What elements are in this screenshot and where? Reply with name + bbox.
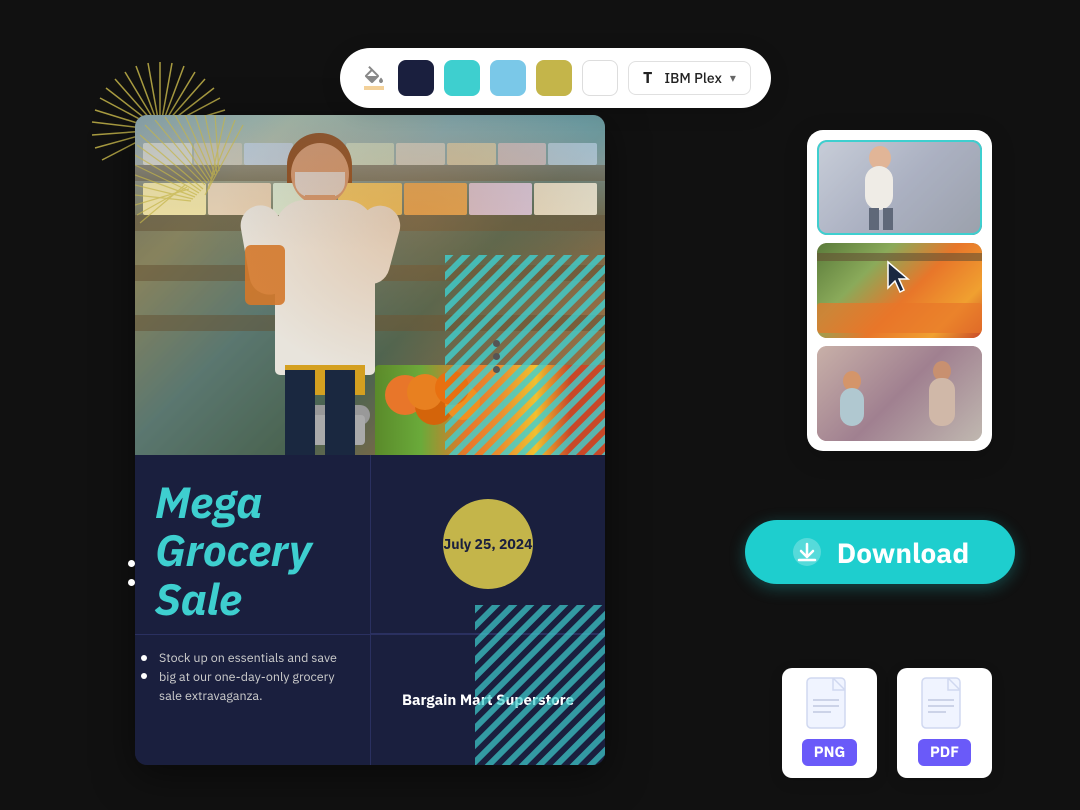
color-swatch-light-blue[interactable] bbox=[490, 60, 526, 96]
date-circle: July 25, 2024 bbox=[443, 499, 533, 589]
poster-photo bbox=[135, 115, 605, 455]
resize-dot-2 bbox=[493, 353, 500, 360]
poster-date-area: July 25, 2024 bbox=[370, 455, 605, 634]
selected-overlay bbox=[817, 140, 982, 235]
left-dot-2 bbox=[128, 579, 135, 586]
left-dot-1 bbox=[128, 560, 135, 567]
color-toolbar: T IBM Plex ▾ bbox=[340, 48, 771, 108]
png-badge: PNG bbox=[802, 739, 858, 766]
store-name: Bargain Mart Superstore bbox=[402, 690, 574, 711]
bullet-dot-2 bbox=[141, 673, 147, 679]
poster-card: Mega Grocery Sale July 25, 2024 Stock up… bbox=[135, 115, 605, 765]
font-t-icon: T bbox=[643, 68, 652, 88]
download-button[interactable]: Download bbox=[745, 520, 1015, 584]
file-icon-pdf bbox=[920, 676, 970, 736]
poster-title: Mega Grocery Sale bbox=[155, 479, 350, 624]
resize-dot-1 bbox=[493, 340, 500, 347]
paint-bucket-icon[interactable] bbox=[360, 64, 388, 92]
resize-dot-3 bbox=[493, 366, 500, 373]
image-thumbnail-3[interactable] bbox=[817, 346, 982, 441]
pdf-badge: PDF bbox=[918, 739, 971, 766]
cursor-arrow bbox=[882, 260, 918, 301]
png-format-button[interactable]: PNG bbox=[782, 668, 877, 778]
download-button-label: Download bbox=[837, 534, 970, 571]
file-formats-panel: PNG PDF bbox=[782, 668, 992, 778]
color-swatch-teal[interactable] bbox=[444, 60, 480, 96]
chevron-down-icon: ▾ bbox=[730, 71, 736, 86]
font-selector[interactable]: T IBM Plex ▾ bbox=[628, 61, 751, 95]
diagonal-stripes-photo bbox=[445, 255, 605, 455]
resize-handle-dots bbox=[493, 340, 500, 373]
poster-description-area: Stock up on essentials and save big at o… bbox=[135, 634, 370, 765]
poster-bottom: Mega Grocery Sale July 25, 2024 Stock up… bbox=[135, 455, 605, 765]
color-swatch-white[interactable] bbox=[582, 60, 618, 96]
poster-date: July 25, 2024 bbox=[443, 535, 532, 553]
poster-store-area: Bargain Mart Superstore bbox=[370, 634, 605, 765]
file-icon-png bbox=[805, 676, 855, 736]
bullet-dots bbox=[141, 655, 147, 679]
poster-title-area: Mega Grocery Sale bbox=[135, 455, 370, 634]
bullet-dot-1 bbox=[141, 655, 147, 661]
pdf-format-button[interactable]: PDF bbox=[897, 668, 992, 778]
poster-left-dots bbox=[128, 560, 135, 586]
color-swatch-khaki[interactable] bbox=[536, 60, 572, 96]
font-selector-label: IBM Plex bbox=[664, 69, 722, 87]
image-thumbnail-1[interactable] bbox=[817, 140, 982, 235]
color-swatch-dark-navy[interactable] bbox=[398, 60, 434, 96]
image-selector-panel bbox=[807, 130, 992, 451]
download-icon bbox=[791, 536, 823, 568]
poster-description: Stock up on essentials and save big at o… bbox=[155, 649, 350, 705]
